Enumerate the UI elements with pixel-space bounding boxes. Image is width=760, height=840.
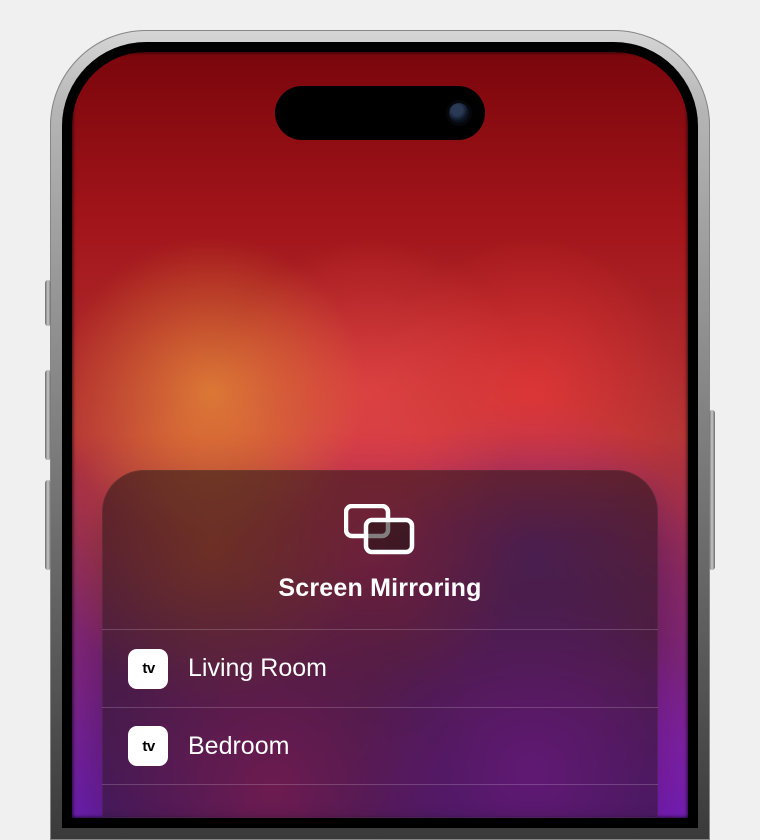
apple-tv-icon: tv <box>128 649 168 689</box>
apple-tv-text: tv <box>142 738 154 755</box>
device-bezel: Screen Mirroring tv Living Room tv Bedro… <box>62 42 698 828</box>
volume-down-button <box>45 480 51 570</box>
side-power-button <box>709 410 715 570</box>
screen-mirroring-modal: Screen Mirroring tv Living Room tv Bedro… <box>102 470 658 818</box>
device-label: Bedroom <box>188 732 289 761</box>
ring-silent-switch <box>45 280 51 326</box>
volume-up-button <box>45 370 51 460</box>
dynamic-island <box>275 86 485 140</box>
modal-title: Screen Mirroring <box>102 574 658 603</box>
device-screen: Screen Mirroring tv Living Room tv Bedro… <box>72 52 688 818</box>
screen-mirroring-icon <box>102 504 658 556</box>
device-row-bedroom[interactable]: tv Bedroom <box>102 707 658 785</box>
modal-header: Screen Mirroring <box>102 470 658 629</box>
iphone-device-frame: Screen Mirroring tv Living Room tv Bedro… <box>50 30 710 840</box>
apple-tv-text: tv <box>142 660 154 677</box>
device-label: Living Room <box>188 654 327 683</box>
device-row-living-room[interactable]: tv Living Room <box>102 629 658 707</box>
apple-tv-icon: tv <box>128 726 168 766</box>
